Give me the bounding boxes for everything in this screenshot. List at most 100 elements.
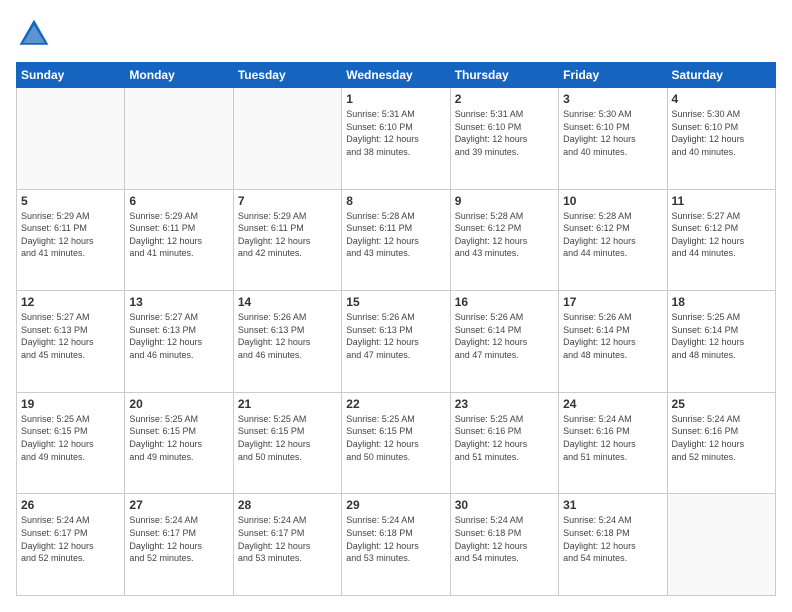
day-number: 19 — [21, 397, 120, 411]
week-row: 12 Sunrise: 5:27 AM Sunset: 6:13 PM Dayli… — [17, 291, 776, 393]
day-info: Sunrise: 5:29 AM Sunset: 6:11 PM Dayligh… — [21, 210, 120, 260]
calendar-cell: 19 Sunrise: 5:25 AM Sunset: 6:15 PM Dayli… — [17, 392, 125, 494]
calendar-cell: 3 Sunrise: 5:30 AM Sunset: 6:10 PM Daylig… — [559, 88, 667, 190]
day-number: 6 — [129, 194, 228, 208]
calendar-cell: 31 Sunrise: 5:24 AM Sunset: 6:18 PM Dayli… — [559, 494, 667, 596]
day-info: Sunrise: 5:25 AM Sunset: 6:15 PM Dayligh… — [21, 413, 120, 463]
calendar-cell: 23Sunrise: 5:25 AM Sunset: 6:16 PM Dayli… — [450, 392, 558, 494]
day-number: 2 — [455, 92, 554, 106]
logo-icon — [16, 16, 52, 52]
header-row: SundayMondayTuesdayWednesdayThursdayFrid… — [17, 63, 776, 88]
day-number: 16 — [455, 295, 554, 309]
day-number: 4 — [672, 92, 771, 106]
day-number: 12 — [21, 295, 120, 309]
day-number: 25 — [672, 397, 771, 411]
day-info: Sunrise: 5:27 AM Sunset: 6:13 PM Dayligh… — [21, 311, 120, 361]
calendar-cell: 26Sunrise: 5:24 AM Sunset: 6:17 PM Dayli… — [17, 494, 125, 596]
day-number: 8 — [346, 194, 445, 208]
weekday-header: Friday — [559, 63, 667, 88]
day-number: 31 — [563, 498, 662, 512]
calendar-cell: 7 Sunrise: 5:29 AM Sunset: 6:11 PM Daylig… — [233, 189, 341, 291]
weekday-header: Sunday — [17, 63, 125, 88]
day-info: Sunrise: 5:31 AM Sunset: 6:10 PM Dayligh… — [455, 108, 554, 158]
day-number: 9 — [455, 194, 554, 208]
day-info: Sunrise: 5:29 AM Sunset: 6:11 PM Dayligh… — [238, 210, 337, 260]
calendar-cell: 21 Sunrise: 5:25 AM Sunset: 6:15 PM Dayli… — [233, 392, 341, 494]
calendar-cell: 29 Sunrise: 5:24 AM Sunset: 6:18 PM Dayli… — [342, 494, 450, 596]
calendar-cell: 11 Sunrise: 5:27 AM Sunset: 6:12 PM Dayli… — [667, 189, 775, 291]
day-number: 21 — [238, 397, 337, 411]
day-info: Sunrise: 5:31 AM Sunset: 6:10 PM Dayligh… — [346, 108, 445, 158]
calendar-cell: 14 Sunrise: 5:26 AM Sunset: 6:13 PM Dayli… — [233, 291, 341, 393]
calendar-cell: 10 Sunrise: 5:28 AM Sunset: 6:12 PM Dayli… — [559, 189, 667, 291]
day-number: 1 — [346, 92, 445, 106]
day-info: Sunrise: 5:24 AM Sunset: 6:18 PM Dayligh… — [455, 514, 554, 564]
day-info: Sunrise: 5:26 AM Sunset: 6:14 PM Dayligh… — [563, 311, 662, 361]
day-info: Sunrise: 5:27 AM Sunset: 6:12 PM Dayligh… — [672, 210, 771, 260]
day-info: Sunrise: 5:25 AM Sunset: 6:14 PM Dayligh… — [672, 311, 771, 361]
weekday-header: Tuesday — [233, 63, 341, 88]
day-number: 11 — [672, 194, 771, 208]
day-info: Sunrise: 5:25 AM Sunset: 6:16 PM Dayligh… — [455, 413, 554, 463]
calendar-cell: 6 Sunrise: 5:29 AM Sunset: 6:11 PM Daylig… — [125, 189, 233, 291]
day-number: 13 — [129, 295, 228, 309]
day-number: 20 — [129, 397, 228, 411]
day-info: Sunrise: 5:30 AM Sunset: 6:10 PM Dayligh… — [672, 108, 771, 158]
header — [16, 16, 776, 52]
week-row: 1 Sunrise: 5:31 AM Sunset: 6:10 PM Daylig… — [17, 88, 776, 190]
day-info: Sunrise: 5:28 AM Sunset: 6:12 PM Dayligh… — [563, 210, 662, 260]
day-number: 15 — [346, 295, 445, 309]
day-info: Sunrise: 5:26 AM Sunset: 6:13 PM Dayligh… — [346, 311, 445, 361]
day-info: Sunrise: 5:24 AM Sunset: 6:16 PM Dayligh… — [563, 413, 662, 463]
day-info: Sunrise: 5:24 AM Sunset: 6:18 PM Dayligh… — [346, 514, 445, 564]
calendar-table: SundayMondayTuesdayWednesdayThursdayFrid… — [16, 62, 776, 596]
calendar-cell: 1 Sunrise: 5:31 AM Sunset: 6:10 PM Daylig… — [342, 88, 450, 190]
calendar-cell — [125, 88, 233, 190]
calendar-cell: 20Sunrise: 5:25 AM Sunset: 6:15 PM Dayli… — [125, 392, 233, 494]
day-number: 27 — [129, 498, 228, 512]
day-info: Sunrise: 5:28 AM Sunset: 6:12 PM Dayligh… — [455, 210, 554, 260]
calendar-cell: 8 Sunrise: 5:28 AM Sunset: 6:11 PM Daylig… — [342, 189, 450, 291]
calendar-cell: 2 Sunrise: 5:31 AM Sunset: 6:10 PM Daylig… — [450, 88, 558, 190]
day-info: Sunrise: 5:26 AM Sunset: 6:13 PM Dayligh… — [238, 311, 337, 361]
calendar-cell: 30 Sunrise: 5:24 AM Sunset: 6:18 PM Dayli… — [450, 494, 558, 596]
day-info: Sunrise: 5:24 AM Sunset: 6:17 PM Dayligh… — [129, 514, 228, 564]
week-row: 26Sunrise: 5:24 AM Sunset: 6:17 PM Dayli… — [17, 494, 776, 596]
day-number: 18 — [672, 295, 771, 309]
calendar-cell: 15 Sunrise: 5:26 AM Sunset: 6:13 PM Dayli… — [342, 291, 450, 393]
day-info: Sunrise: 5:24 AM Sunset: 6:17 PM Dayligh… — [238, 514, 337, 564]
calendar-cell: 12 Sunrise: 5:27 AM Sunset: 6:13 PM Dayli… — [17, 291, 125, 393]
day-number: 14 — [238, 295, 337, 309]
day-info: Sunrise: 5:29 AM Sunset: 6:11 PM Dayligh… — [129, 210, 228, 260]
calendar-cell: 22 Sunrise: 5:25 AM Sunset: 6:15 PM Dayli… — [342, 392, 450, 494]
day-number: 10 — [563, 194, 662, 208]
day-info: Sunrise: 5:25 AM Sunset: 6:15 PM Dayligh… — [238, 413, 337, 463]
calendar-cell — [233, 88, 341, 190]
weekday-header: Wednesday — [342, 63, 450, 88]
weekday-header: Thursday — [450, 63, 558, 88]
day-number: 29 — [346, 498, 445, 512]
calendar-cell: 25 Sunrise: 5:24 AM Sunset: 6:16 PM Dayli… — [667, 392, 775, 494]
weekday-header: Saturday — [667, 63, 775, 88]
weekday-header: Monday — [125, 63, 233, 88]
day-info: Sunrise: 5:25 AM Sunset: 6:15 PM Dayligh… — [346, 413, 445, 463]
calendar-cell: 24 Sunrise: 5:24 AM Sunset: 6:16 PM Dayli… — [559, 392, 667, 494]
day-number: 30 — [455, 498, 554, 512]
calendar-cell: 18 Sunrise: 5:25 AM Sunset: 6:14 PM Dayli… — [667, 291, 775, 393]
day-info: Sunrise: 5:30 AM Sunset: 6:10 PM Dayligh… — [563, 108, 662, 158]
day-number: 7 — [238, 194, 337, 208]
day-info: Sunrise: 5:24 AM Sunset: 6:18 PM Dayligh… — [563, 514, 662, 564]
day-number: 28 — [238, 498, 337, 512]
calendar-cell — [667, 494, 775, 596]
calendar-cell: 17 Sunrise: 5:26 AM Sunset: 6:14 PM Dayli… — [559, 291, 667, 393]
week-row: 5Sunrise: 5:29 AM Sunset: 6:11 PM Daylig… — [17, 189, 776, 291]
day-number: 24 — [563, 397, 662, 411]
day-number: 22 — [346, 397, 445, 411]
calendar-cell: 5Sunrise: 5:29 AM Sunset: 6:11 PM Daylig… — [17, 189, 125, 291]
day-number: 17 — [563, 295, 662, 309]
calendar-cell: 13Sunrise: 5:27 AM Sunset: 6:13 PM Dayli… — [125, 291, 233, 393]
calendar-cell: 16Sunrise: 5:26 AM Sunset: 6:14 PM Dayli… — [450, 291, 558, 393]
day-info: Sunrise: 5:28 AM Sunset: 6:11 PM Dayligh… — [346, 210, 445, 260]
day-number: 3 — [563, 92, 662, 106]
day-info: Sunrise: 5:24 AM Sunset: 6:16 PM Dayligh… — [672, 413, 771, 463]
